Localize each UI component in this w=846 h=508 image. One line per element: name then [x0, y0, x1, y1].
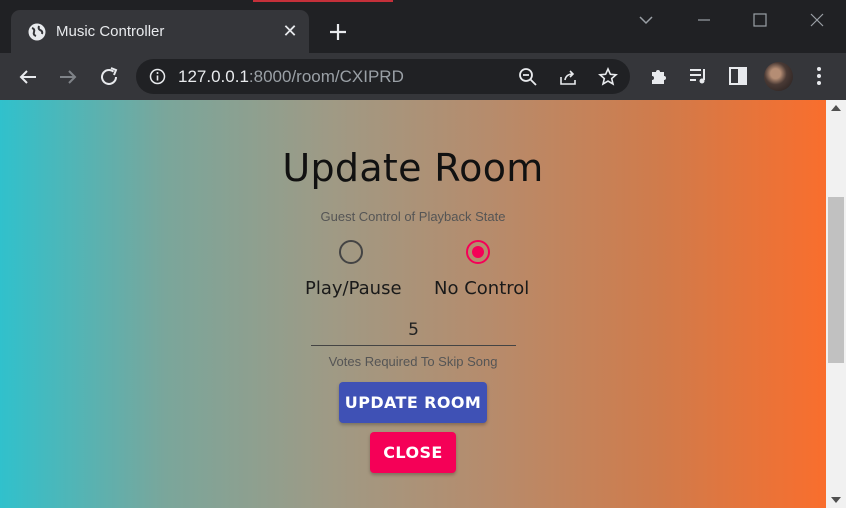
plus-icon[interactable] — [327, 21, 349, 43]
maximize-icon[interactable] — [746, 8, 774, 32]
url-host: 127.0.0.1 — [178, 67, 249, 86]
page-content: Update Room Guest Control of Playback St… — [0, 100, 826, 508]
scroll-thumb[interactable] — [828, 197, 844, 363]
scroll-up-arrow-icon[interactable] — [831, 105, 841, 111]
tab-title: Music Controller — [56, 23, 165, 40]
minimize-icon[interactable] — [690, 8, 718, 32]
browser-tab[interactable]: Music Controller ✕ — [11, 10, 309, 53]
radio-no-control[interactable] — [466, 240, 490, 264]
votes-to-skip-input[interactable] — [311, 314, 516, 346]
close-button[interactable]: CLOSE — [370, 432, 456, 473]
radio-label-no-control[interactable]: No Control — [434, 278, 529, 299]
update-room-button[interactable]: UPDATE ROOM — [339, 382, 487, 423]
more-vert-icon[interactable] — [809, 65, 829, 87]
vertical-scrollbar[interactable] — [826, 100, 846, 508]
guest-control-label: Guest Control of Playback State — [320, 209, 506, 224]
browser-toolbar: 127.0.0.1:8000/room/CXIPRD — [0, 53, 846, 100]
scroll-down-arrow-icon[interactable] — [831, 497, 841, 503]
arrow-left-icon[interactable] — [16, 65, 40, 89]
radio-selected-dot — [472, 246, 484, 258]
star-icon[interactable] — [598, 67, 618, 87]
media-queue-icon[interactable] — [687, 65, 709, 87]
window-accent — [253, 0, 393, 2]
info-icon[interactable] — [149, 68, 166, 85]
close-icon[interactable]: ✕ — [281, 22, 299, 40]
tab-strip: Music Controller ✕ — [0, 0, 846, 53]
avatar[interactable] — [764, 62, 793, 91]
radio-play-pause[interactable] — [339, 240, 363, 264]
globe-icon — [28, 23, 46, 41]
arrow-right-icon[interactable] — [56, 65, 80, 89]
puzzle-icon[interactable] — [648, 65, 670, 87]
zoom-out-icon[interactable] — [518, 67, 538, 87]
window-close-icon[interactable] — [803, 8, 831, 32]
url-path: :8000/room/CXIPRD — [248, 67, 404, 86]
radio-label-play-pause[interactable]: Play/Pause — [305, 278, 402, 299]
address-bar[interactable]: 127.0.0.1:8000/room/CXIPRD — [136, 59, 630, 94]
reload-icon[interactable] — [97, 65, 121, 89]
votes-helper-text: Votes Required To Skip Song — [328, 354, 498, 369]
share-icon[interactable] — [558, 67, 578, 87]
url-text[interactable]: 127.0.0.1:8000/room/CXIPRD — [178, 67, 404, 87]
side-panel-icon[interactable] — [727, 65, 749, 87]
chevron-down-icon[interactable] — [632, 8, 660, 32]
page-title: Update Room — [282, 146, 544, 190]
